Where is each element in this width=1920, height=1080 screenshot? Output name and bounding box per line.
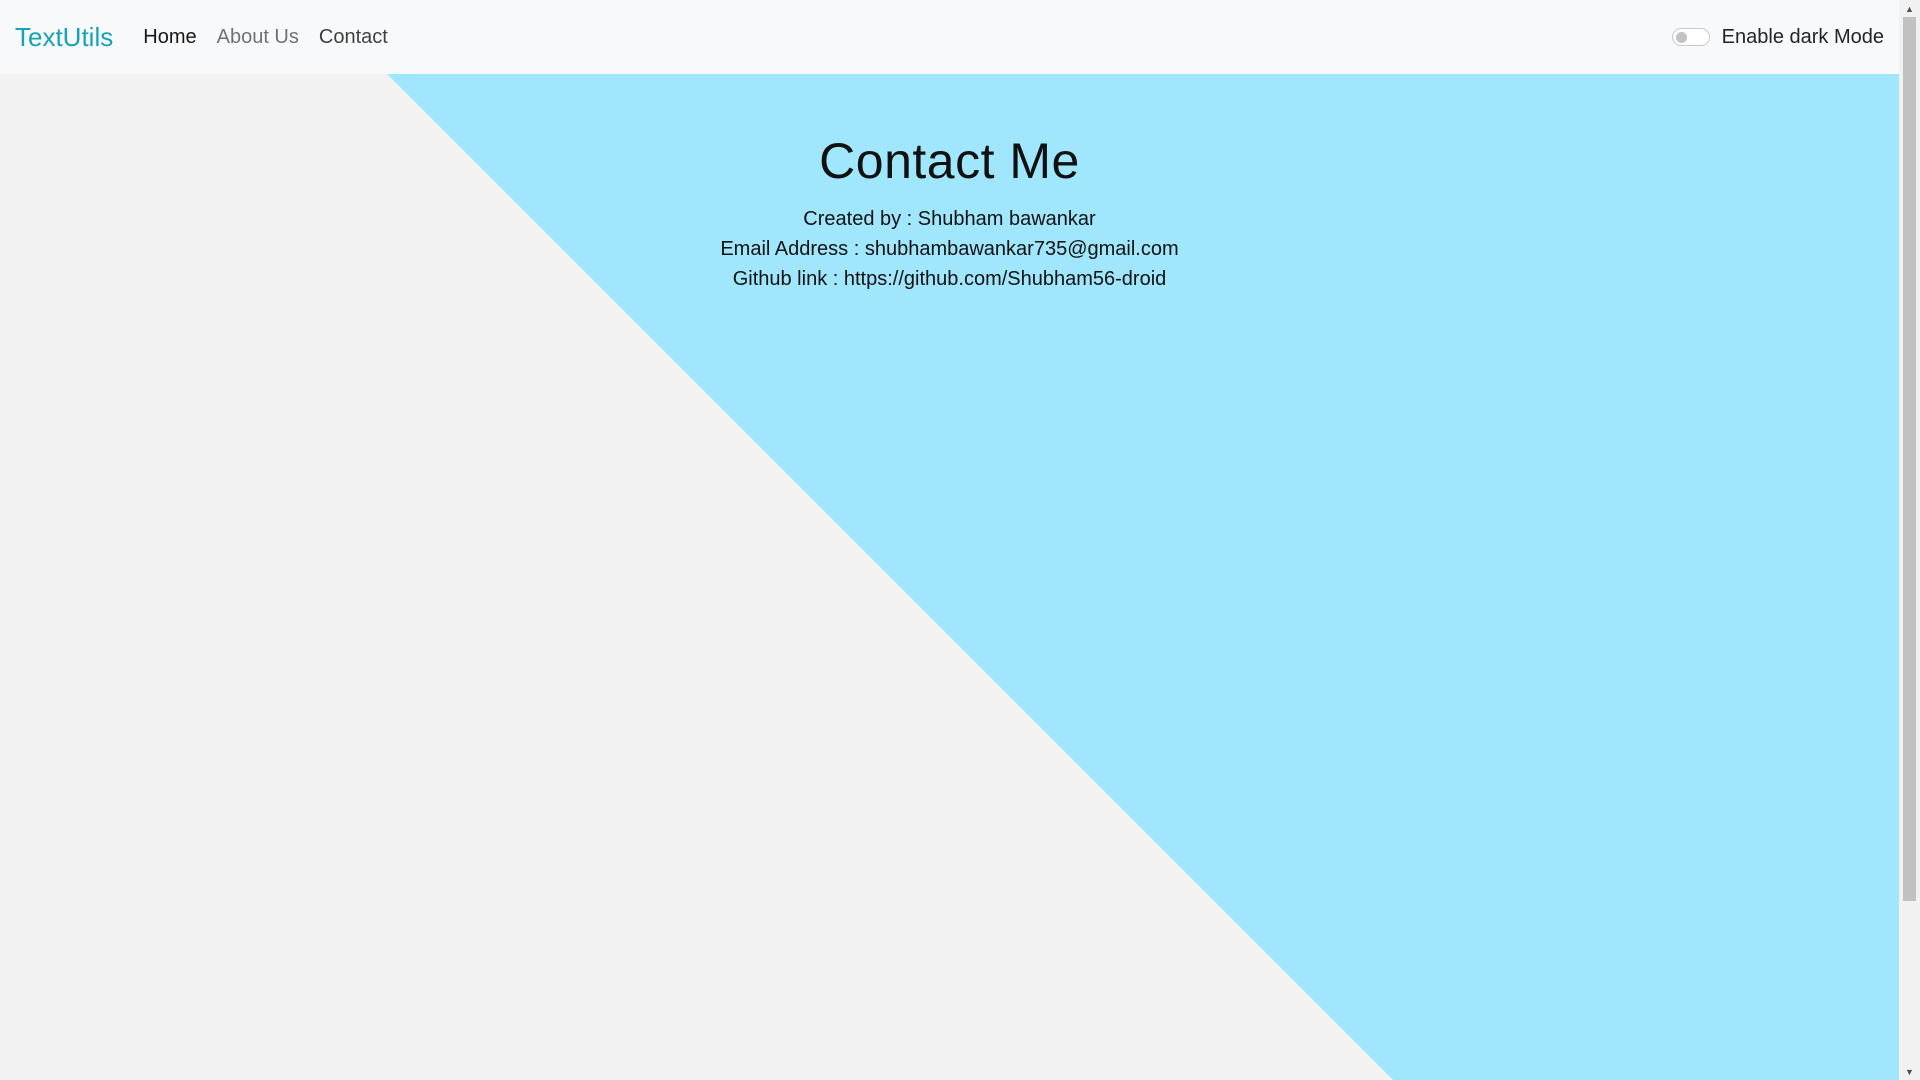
nav-link-home[interactable]: Home xyxy=(143,26,196,49)
contact-section: Contact Me Created by : Shubham bawankar… xyxy=(0,74,1899,294)
github-text: Github link : https://github.com/Shubham… xyxy=(732,268,1167,290)
dark-mode-label[interactable]: Enable dark Mode xyxy=(1722,26,1884,49)
brand-logo[interactable]: TextUtils xyxy=(15,22,113,53)
switch-knob xyxy=(1675,31,1687,43)
dark-mode-toggle-group: Enable dark Mode xyxy=(1671,26,1884,49)
nav-link-about[interactable]: About Us xyxy=(217,26,299,49)
nav-links: Home About Us Contact xyxy=(143,26,408,49)
scrollbar-thumb[interactable] xyxy=(1903,17,1916,901)
nav-link-contact[interactable]: Contact xyxy=(319,26,388,49)
scroll-up-arrow-icon[interactable]: ▲ xyxy=(1899,0,1920,17)
dark-mode-switch[interactable] xyxy=(1671,28,1710,46)
navbar: TextUtils Home About Us Contact Enable d… xyxy=(0,0,1899,74)
page-title: Contact Me xyxy=(819,133,1080,189)
email-text: Email Address : shubhambawankar735@gmail… xyxy=(720,238,1179,260)
vertical-scrollbar[interactable]: ▲ ▼ xyxy=(1899,0,1920,1080)
scroll-down-arrow-icon[interactable]: ▼ xyxy=(1899,1063,1920,1080)
main-content: Contact Me Created by : Shubham bawankar… xyxy=(0,74,1899,1080)
created-by-text: Created by : Shubham bawankar xyxy=(803,208,1096,230)
